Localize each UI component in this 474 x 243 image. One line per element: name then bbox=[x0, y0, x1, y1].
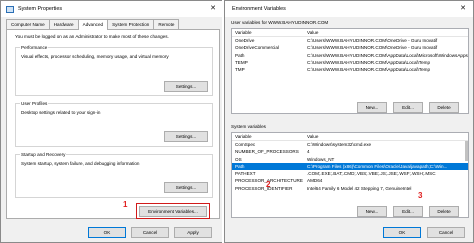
variable-column-header[interactable]: Variable bbox=[232, 29, 304, 36]
group-title: User Profiles bbox=[20, 101, 49, 106]
variable-name: OneDriveCommercial bbox=[235, 45, 279, 51]
user-profiles-group: User Profiles Desktop settings related t… bbox=[15, 101, 213, 147]
variable-name: PATHEXT bbox=[235, 171, 256, 177]
user-profiles-settings-button[interactable]: Settings... bbox=[164, 131, 208, 142]
admin-note: You must be logged on as an Administrato… bbox=[15, 34, 169, 39]
list-header: Variable Value bbox=[232, 29, 468, 37]
variable-name: TMP bbox=[235, 67, 245, 73]
variable-name: OneDrive bbox=[235, 38, 255, 43]
variable-value: C:\Users\WWW.BAHYUDINNOR.COM\AppData\Loc… bbox=[307, 59, 431, 65]
step-marker-1: 1 bbox=[123, 200, 128, 209]
user-delete-button[interactable]: Delete bbox=[429, 102, 459, 113]
tab-system-protection[interactable]: System Protection bbox=[107, 19, 155, 29]
tab-advanced[interactable]: Advanced bbox=[77, 19, 109, 30]
step-marker-2: 2 bbox=[266, 180, 271, 189]
list-item[interactable]: OneDriveCommercial C:\Users\WWW.BAHYUDINN… bbox=[232, 44, 468, 51]
variable-name: OS bbox=[235, 156, 242, 162]
tab-hardware[interactable]: Hardware bbox=[48, 19, 79, 29]
user-variables-label: User variables for WWW.BAHYUDINNOR.COM bbox=[231, 20, 329, 25]
list-item[interactable]: NUMBER_OF_PROCESSORS 4 bbox=[232, 148, 468, 155]
list-item[interactable]: TEMP C:\Users\WWW.BAHYUDINNOR.COM\AppData… bbox=[232, 59, 468, 66]
ok-button[interactable]: OK bbox=[383, 227, 421, 238]
variable-name: NUMBER_OF_PROCESSORS bbox=[235, 149, 299, 155]
variable-value: C:\Users\WWW.BAHYUDINNOR.COM\OneDrive - … bbox=[307, 38, 438, 43]
title-bar: Environment Variables ✕ bbox=[225, 1, 473, 17]
group-description: Desktop settings related to your sign-in bbox=[21, 110, 101, 115]
variable-value: Intel64 Family 6 Model 42 Stepping 7, Ge… bbox=[307, 185, 412, 191]
tab-bar: Computer Name Hardware Advanced System P… bbox=[6, 19, 180, 30]
variable-name: TEMP bbox=[235, 59, 248, 65]
user-edit-button[interactable]: Edit... bbox=[393, 102, 423, 113]
variable-value: AMD64 bbox=[307, 178, 323, 184]
performance-group: Performance Visual effects, processor sc… bbox=[15, 45, 213, 96]
system-new-button[interactable]: New... bbox=[357, 206, 387, 217]
variable-value: C:\Users\WWW.BAHYUDINNOR.COM\AppData\Loc… bbox=[307, 67, 431, 73]
variable-name: Path bbox=[235, 163, 245, 169]
performance-settings-button[interactable]: Settings... bbox=[164, 81, 208, 92]
tab-remote[interactable]: Remote bbox=[153, 19, 180, 29]
startup-recovery-group: Startup and Recovery System startup, sys… bbox=[15, 152, 213, 198]
list-item[interactable]: ComSpec C:\Windows\system32\cmd.exe bbox=[232, 141, 468, 148]
variable-value: 4 bbox=[307, 149, 310, 155]
advanced-tab-panel: You must be logged on as an Administrato… bbox=[6, 29, 220, 219]
step-marker-3: 3 bbox=[418, 191, 423, 200]
system-edit-button[interactable]: Edit... bbox=[393, 206, 423, 217]
list-header: Variable Value bbox=[232, 133, 468, 141]
variable-value: .COM;.EXE;.BAT;.CMD;.VBS;.VBE;.JS;.JSE;.… bbox=[307, 171, 436, 177]
tab-computer-name[interactable]: Computer Name bbox=[6, 19, 50, 29]
highlight-box bbox=[136, 203, 210, 219]
group-description: Visual effects, processor scheduling, me… bbox=[21, 54, 169, 59]
startup-settings-button[interactable]: Settings... bbox=[164, 182, 208, 193]
group-description: System startup, system failure, and debu… bbox=[21, 161, 140, 166]
list-item[interactable]: Path C:\Users\WWW.BAHYUDINNOR.COM\AppData… bbox=[232, 52, 468, 59]
scrollbar[interactable] bbox=[465, 141, 468, 161]
cancel-button[interactable]: Cancel bbox=[427, 227, 465, 238]
list-item[interactable]: TMP C:\Users\WWW.BAHYUDINNOR.COM\AppData\… bbox=[232, 66, 468, 73]
group-title: Startup and Recovery bbox=[20, 152, 67, 157]
variable-name: ComSpec bbox=[235, 142, 256, 147]
system-delete-button[interactable]: Delete bbox=[429, 206, 459, 217]
environment-variables-window: Environment Variables ✕ User variables f… bbox=[224, 0, 474, 243]
window-title: System Properties bbox=[18, 6, 63, 12]
computer-icon bbox=[6, 5, 14, 13]
variable-column-header[interactable]: Variable bbox=[232, 133, 304, 140]
system-variables-label: System variables bbox=[231, 124, 266, 129]
cancel-button[interactable]: Cancel bbox=[131, 227, 169, 238]
apply-button[interactable]: Apply bbox=[174, 227, 212, 238]
list-item[interactable]: OS Windows_NT bbox=[232, 156, 468, 163]
variable-name: Path bbox=[235, 52, 245, 58]
ok-button[interactable]: OK bbox=[88, 227, 126, 238]
variable-value: C:\Windows\system32\cmd.exe bbox=[307, 142, 372, 147]
title-bar: System Properties ✕ bbox=[1, 1, 223, 17]
close-icon[interactable]: ✕ bbox=[207, 4, 219, 14]
list-item-selected[interactable]: Path C:\Program Files (x86)\Common Files\… bbox=[232, 162, 468, 171]
group-title: Performance bbox=[20, 45, 49, 50]
user-new-button[interactable]: New... bbox=[357, 102, 387, 113]
variable-value: C:\Users\WWW.BAHYUDINNOR.COM\OneDrive - … bbox=[307, 45, 438, 51]
variable-value: Windows_NT bbox=[307, 156, 335, 162]
value-column-header[interactable]: Value bbox=[304, 133, 468, 140]
value-column-header[interactable]: Value bbox=[304, 29, 468, 36]
variable-value: C:\Program Files (x86)\Common Files\Orac… bbox=[307, 163, 448, 169]
close-icon[interactable]: ✕ bbox=[457, 4, 469, 14]
list-item[interactable]: PATHEXT .COM;.EXE;.BAT;.CMD;.VBS;.VBE;.JS… bbox=[232, 170, 468, 177]
system-properties-window: System Properties ✕ Computer Name Hardwa… bbox=[0, 0, 224, 243]
variable-value: C:\Users\WWW.BAHYUDINNOR.COM\AppData\Loc… bbox=[307, 52, 468, 58]
list-item[interactable]: OneDrive C:\Users\WWW.BAHYUDINNOR.COM\One… bbox=[232, 37, 468, 44]
window-title: Environment Variables bbox=[232, 6, 286, 12]
